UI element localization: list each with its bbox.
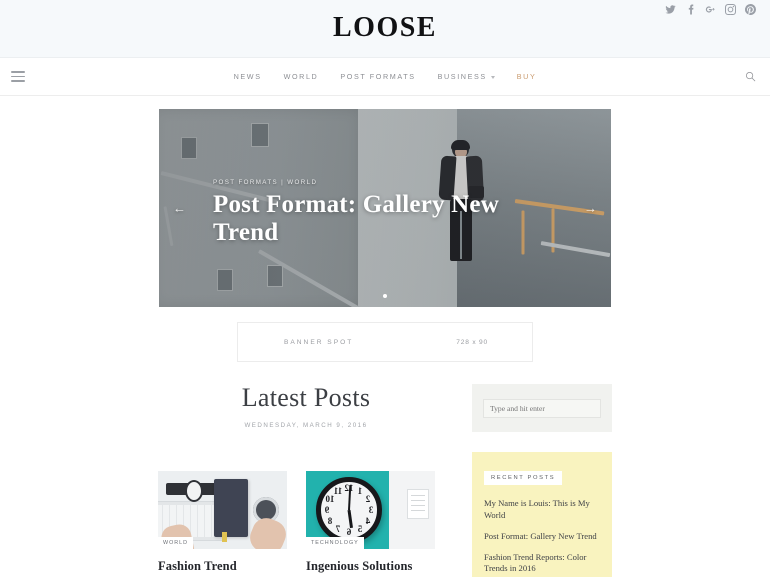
hero-slide[interactable]: Post Formats | World Post Format: Galler…: [159, 109, 611, 307]
hero-next-arrow[interactable]: →: [584, 202, 597, 215]
nav-label: World: [283, 72, 319, 81]
banner-spot[interactable]: Banner Spot 728 x 90: [237, 322, 533, 362]
recent-posts-list: My Name is Louis: This is My World Post …: [484, 498, 600, 577]
list-item[interactable]: My Name is Louis: This is My World: [484, 498, 600, 522]
current-date: Wednesday, March 9, 2016: [244, 421, 368, 429]
hamburger-menu-icon[interactable]: [11, 71, 25, 82]
nav-item-world[interactable]: World: [284, 72, 319, 81]
search-widget: [472, 384, 612, 432]
recent-posts-widget: Recent Posts My Name is Louis: This is M…: [472, 452, 612, 577]
post-card[interactable]: 121234567891011 Technology Ingenious Sol…: [306, 470, 435, 577]
post-thumbnail-desk[interactable]: World: [158, 470, 287, 549]
widget-title: Recent Posts: [484, 471, 563, 485]
google-plus-icon[interactable]: [705, 4, 716, 15]
banner-label: Banner Spot: [284, 338, 354, 346]
search-input[interactable]: [483, 399, 601, 418]
top-bar: LOOSE: [0, 0, 770, 58]
post-title[interactable]: Ingenious Solutions That Make You Win: [306, 558, 435, 577]
nav-label: Post Formats: [340, 72, 416, 81]
main-column: Latest Posts Wednesday, March 9, 2016 Wo…: [158, 383, 454, 577]
nav-item-buy[interactable]: Buy: [517, 72, 537, 81]
nav-item-news[interactable]: News: [234, 72, 262, 81]
nav-item-business[interactable]: Business: [438, 72, 495, 81]
hero-category[interactable]: Post Formats | World: [213, 179, 543, 186]
page-content: Latest Posts Wednesday, March 9, 2016 Wo…: [0, 362, 770, 577]
nav-menu: News World Post Formats Business Buy: [234, 72, 537, 81]
category-badge[interactable]: World: [158, 536, 194, 549]
main-navigation: News World Post Formats Business Buy: [0, 58, 770, 96]
banner-dimensions: 728 x 90: [456, 338, 488, 346]
latest-posts-header: Latest Posts Wednesday, March 9, 2016: [158, 383, 454, 429]
nav-label: News: [233, 72, 262, 81]
hero-dot-1[interactable]: [383, 294, 387, 298]
hero-caption: Post Formats | World Post Format: Galler…: [213, 179, 543, 247]
list-item[interactable]: Post Format: Gallery New Trend: [484, 531, 600, 543]
twitter-icon[interactable]: [665, 4, 676, 15]
hero-slider-section: Post Formats | World Post Format: Galler…: [0, 96, 770, 307]
post-title[interactable]: Fashion Trend Reports: Color Trends in 2…: [158, 558, 287, 577]
chevron-down-icon: [490, 76, 495, 79]
banner-section: Banner Spot 728 x 90: [0, 307, 770, 362]
nav-label: Buy: [516, 72, 537, 81]
instagram-icon[interactable]: [725, 4, 736, 15]
pinterest-icon[interactable]: [745, 4, 756, 15]
page-title: Latest Posts: [241, 383, 371, 412]
list-item[interactable]: Fashion Trend Reports: Color Trends in 2…: [484, 552, 600, 576]
hero-title[interactable]: Post Format: Gallery New Trend: [213, 191, 543, 247]
hero-pagination-dots: [159, 294, 611, 298]
hero-prev-arrow[interactable]: ←: [173, 202, 186, 215]
post-card-grid: World Fashion Trend Reports: Color Trend…: [158, 470, 454, 577]
clock-graphic: 121234567891011: [316, 476, 382, 543]
post-card[interactable]: World Fashion Trend Reports: Color Trend…: [158, 470, 287, 577]
social-links: [665, 4, 756, 15]
post-thumbnail-clock[interactable]: 121234567891011 Technology: [306, 470, 435, 549]
search-icon[interactable]: [745, 71, 756, 82]
nav-label: Business: [437, 72, 487, 81]
site-logo[interactable]: LOOSE: [333, 13, 437, 44]
category-badge[interactable]: Technology: [306, 536, 364, 549]
sidebar: Recent Posts My Name is Louis: This is M…: [472, 384, 612, 577]
nav-item-post-formats[interactable]: Post Formats: [340, 72, 415, 81]
facebook-icon[interactable]: [685, 4, 696, 15]
